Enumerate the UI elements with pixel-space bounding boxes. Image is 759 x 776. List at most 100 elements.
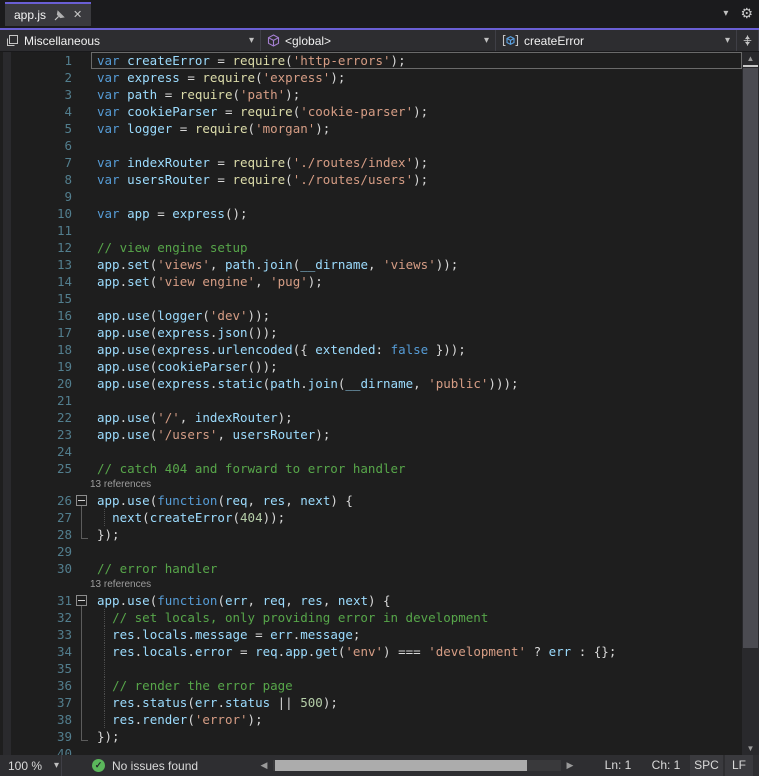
member-dropdown[interactable]: createError ▾ (496, 30, 737, 51)
chevron-down-icon: ▾ (717, 35, 730, 46)
code-text: app.use(express.urlencoded({ extended: f… (92, 341, 742, 358)
issues-indicator[interactable]: ✓ No issues found (92, 755, 198, 776)
fold-region-line (81, 660, 82, 677)
code-line: 8var usersRouter = require('./routes/use… (0, 171, 742, 188)
zoom-level: 100 % (8, 759, 42, 773)
line-number: 38 (0, 711, 72, 728)
code-region[interactable]: 1 var createError = require('http-errors'… (0, 52, 742, 755)
gear-icon[interactable]: ⚙ (740, 5, 753, 22)
scroll-left-arrow-icon[interactable]: ◀ (258, 755, 270, 776)
close-icon[interactable]: ✕ (73, 10, 82, 21)
code-text: app.set('view engine', 'pug'); (92, 273, 742, 290)
code-line: 4 var cookieParser = require('cookie-pars… (0, 103, 742, 120)
code-line: 12// view engine setup (0, 239, 742, 256)
caret-position-marker (743, 65, 758, 67)
code-line: 9 (0, 188, 742, 205)
code-line: 16 app.use(logger('dev')); (0, 307, 742, 324)
line-number: 2 (0, 69, 72, 86)
code-line: 18 app.use(express.urlencoded({ extended:… (0, 341, 742, 358)
code-line: 35 (0, 660, 742, 677)
line-number: 20 (0, 375, 72, 392)
code-text: app.use(express.static(path.join(__dirna… (92, 375, 742, 392)
line-number: 4 (0, 103, 72, 120)
fold-region-end (81, 526, 88, 539)
issues-label: No issues found (112, 759, 198, 773)
code-text: // render the error page (92, 677, 742, 694)
code-line: 21 (0, 392, 742, 409)
code-text: var createError = require('http-errors')… (92, 52, 742, 69)
codelens-references[interactable]: 13 references (90, 577, 151, 592)
line-ending-indicator[interactable]: LF (725, 755, 753, 776)
code-text: var express = require('express'); (92, 69, 742, 86)
codelens-references[interactable]: 13 references (90, 477, 151, 492)
line-number: 18 (0, 341, 72, 358)
code-line: 20 app.use(express.static(path.join(__dir… (0, 375, 742, 392)
project-dropdown[interactable]: Miscellaneous ▾ (0, 30, 261, 51)
scroll-up-arrow-icon[interactable]: ▲ (742, 52, 759, 65)
code-text: res.status(err.status || 500); (92, 694, 742, 711)
chevron-down-icon: ▾ (241, 35, 254, 46)
fold-collapse-box[interactable] (76, 495, 87, 506)
line-number: 35 (0, 660, 72, 677)
scroll-right-arrow-icon[interactable]: ▶ (564, 755, 576, 776)
line-number: 32 (0, 609, 72, 626)
line-indicator: Ln: 1 (594, 755, 642, 776)
navigation-bar: Miscellaneous ▾ <global> ▾ createError ▾ (0, 28, 759, 52)
code-text: var cookieParser = require('cookie-parse… (92, 103, 742, 120)
code-line: 1 var createError = require('http-errors'… (0, 52, 742, 69)
code-line: 17app.use(express.json()); (0, 324, 742, 341)
line-number: 15 (0, 290, 72, 307)
code-line: 29 (0, 543, 742, 560)
code-text: app.use(logger('dev')); (92, 307, 742, 324)
code-line: 24 (0, 443, 742, 460)
line-number: 7 (0, 154, 72, 171)
tab-strip: app.js ✕ ▾ ⚙ (0, 0, 759, 28)
vertical-scrollbar-thumb[interactable] (743, 68, 758, 648)
scope-dropdown[interactable]: <global> ▾ (261, 30, 496, 51)
line-number: 6 (0, 137, 72, 154)
code-line: 3var path = require('path'); (0, 86, 742, 103)
line-number: 30 (0, 560, 72, 577)
fold-collapse-box[interactable] (76, 595, 87, 606)
code-text: }); (92, 526, 742, 543)
line-number: 16 (0, 307, 72, 324)
horizontal-scrollbar[interactable] (273, 760, 561, 771)
scroll-down-arrow-icon[interactable]: ▼ (742, 742, 759, 755)
fold-region-line (81, 609, 82, 626)
chevron-down-icon: ▾ (54, 760, 59, 771)
code-line: 7var indexRouter = require('./routes/ind… (0, 154, 742, 171)
zoom-selector[interactable]: 100 % ▾ (0, 755, 62, 776)
line-number: 11 (0, 222, 72, 239)
line-number: 1 (0, 52, 72, 69)
code-line: 19app.use(cookieParser()); (0, 358, 742, 375)
line-number: 40 (0, 745, 72, 755)
line-number: 10 (0, 205, 72, 222)
horizontal-scrollbar-thumb[interactable] (275, 760, 527, 771)
code-text: app.set('views', path.join(__dirname, 'v… (92, 256, 742, 273)
code-text: var logger = require('morgan'); (92, 120, 742, 137)
code-line: 32 // set locals, only providing error i… (0, 609, 742, 626)
vertical-scrollbar[interactable]: ▲ ▼ (742, 52, 759, 755)
member-label: createError (524, 34, 584, 48)
code-text: res.locals.message = err.message; (92, 626, 742, 643)
codelens-row: 13 references (0, 577, 742, 592)
pin-icon[interactable] (54, 10, 65, 21)
namespace-cube-icon (267, 34, 280, 47)
project-label: Miscellaneous (24, 34, 100, 48)
code-text: app.use('/users', usersRouter); (92, 426, 742, 443)
code-line: 33 res.locals.message = err.message; (0, 626, 742, 643)
line-number: 24 (0, 443, 72, 460)
vs-editor-window: app.js ✕ ▾ ⚙ Miscellaneous ▾ <global> ▾ (0, 0, 759, 776)
code-line: 36 // render the error page (0, 677, 742, 694)
code-text: res.locals.error = req.app.get('env') ==… (92, 643, 742, 660)
line-number: 39 (0, 728, 72, 745)
tab-appjs[interactable]: app.js ✕ (5, 2, 91, 26)
code-text: next(createError(404)); (92, 509, 742, 526)
line-number: 14 (0, 273, 72, 290)
line-number: 12 (0, 239, 72, 256)
line-number: 29 (0, 543, 72, 560)
fold-region-line (81, 626, 82, 643)
split-window-button[interactable] (737, 30, 759, 51)
indentation-indicator[interactable]: SPC (690, 755, 723, 776)
tab-list-chevron-icon[interactable]: ▾ (723, 8, 728, 19)
